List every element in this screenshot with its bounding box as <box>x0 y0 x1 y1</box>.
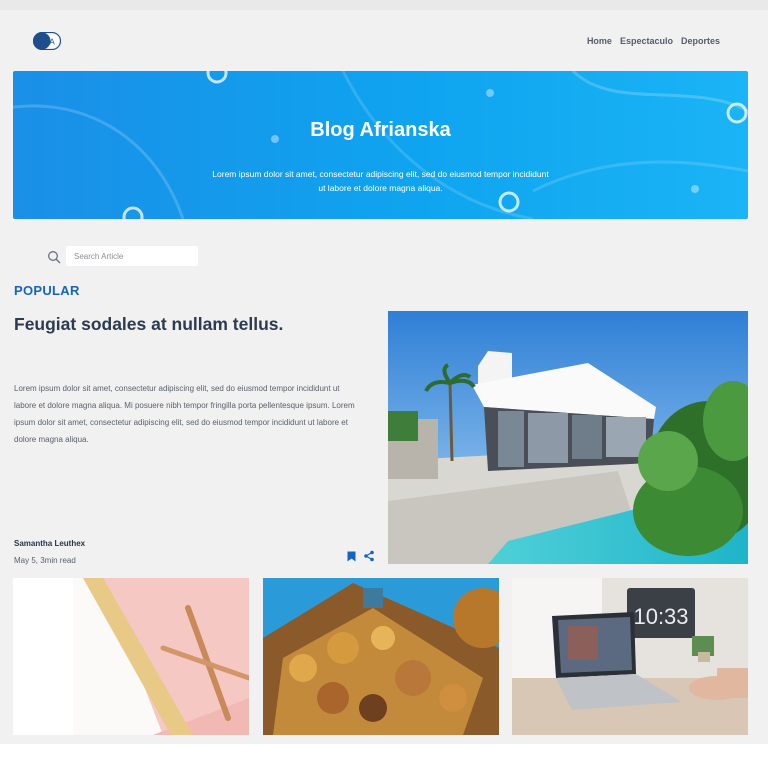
stationery-image <box>13 578 249 735</box>
nav-home[interactable]: Home <box>587 36 612 46</box>
logo-icon: A <box>32 31 62 51</box>
logo[interactable]: A <box>32 31 62 51</box>
hero-text: Lorem ipsum dolor sit amet, consectetur … <box>212 169 549 193</box>
logo-letter: A <box>49 38 55 47</box>
laptop-desk-image: 10:33 <box>512 578 748 735</box>
svg-text:10:33: 10:33 <box>633 604 688 629</box>
search-input[interactable] <box>66 246 198 266</box>
hero-decoration <box>13 71 748 219</box>
featured-article-image[interactable] <box>388 311 748 564</box>
nav-espectaculo[interactable]: Espectaculo <box>620 36 673 46</box>
featured-article-title[interactable]: Feugiat sodales at nullam tellus. <box>14 314 374 335</box>
hero-banner: Blog Afrianska Lorem ipsum dolor sit ame… <box>13 71 748 219</box>
article-image-1[interactable] <box>13 578 249 735</box>
search-icon[interactable] <box>47 250 61 264</box>
hero-title: Blog Afrianska <box>310 119 451 141</box>
article-author[interactable]: Samantha Leuthex <box>14 539 85 548</box>
temple-roof-image <box>263 578 499 735</box>
main-nav: Home Espectaculo Deportes <box>587 36 720 46</box>
featured-article-excerpt: Lorem ipsum dolor sit amet, consectetur … <box>14 384 355 444</box>
bookmark-icon[interactable] <box>347 551 356 562</box>
top-strip <box>0 0 768 10</box>
page: A Home Espectaculo Deportes Blog Afrians… <box>0 10 768 744</box>
article-meta: May 5, 3min read <box>14 556 76 565</box>
house-pool-image <box>388 311 748 564</box>
article-image-3[interactable]: 10:33 <box>512 578 748 735</box>
nav-deportes[interactable]: Deportes <box>681 36 720 46</box>
share-icon[interactable] <box>363 550 375 562</box>
article-image-2[interactable] <box>263 578 499 735</box>
section-label-popular: POPULAR <box>14 283 80 298</box>
